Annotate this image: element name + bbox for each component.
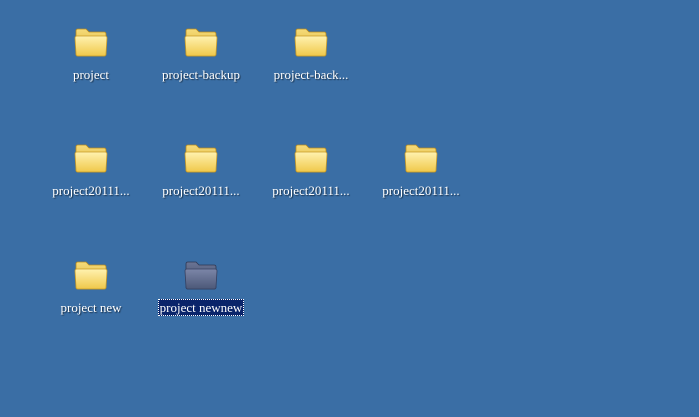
desktop-folder-project20111-a[interactable]: project20111... — [36, 141, 146, 199]
desktop-folder-project-new[interactable]: project new — [36, 258, 146, 316]
folder-icon — [74, 28, 108, 57]
desktop-folder-label: project20111... — [382, 183, 460, 198]
folder-icon — [74, 261, 108, 290]
desktop-folder-label: project new — [60, 300, 122, 315]
folder-icon — [184, 28, 218, 57]
desktop-folder-project-backup[interactable]: project-backup — [146, 25, 256, 83]
desktop-folder-label: project-backup — [162, 67, 240, 82]
folder-icon — [294, 28, 328, 57]
desktop-folder-project-back[interactable]: project-back... — [256, 25, 366, 83]
desktop-folder-project[interactable]: project — [36, 25, 146, 83]
folder-icon — [74, 144, 108, 173]
desktop-folder-label: project20111... — [52, 183, 130, 198]
folder-icon — [184, 144, 218, 173]
folder-icon — [184, 261, 218, 290]
desktop-folder-project-newnew[interactable]: project newnew — [146, 258, 256, 316]
folder-icon — [404, 144, 438, 173]
desktop-folder-project20111-d[interactable]: project20111... — [366, 141, 476, 199]
desktop-folder-project20111-b[interactable]: project20111... — [146, 141, 256, 199]
desktop-folder-label: project-back... — [273, 67, 349, 82]
desktop-folder-label: project — [72, 67, 110, 82]
desktop-folder-label: project newnew — [157, 299, 245, 316]
desktop-folder-project20111-c[interactable]: project20111... — [256, 141, 366, 199]
folder-icon — [294, 144, 328, 173]
desktop-folder-label: project20111... — [272, 183, 350, 198]
desktop: project project-backup project-back... p… — [0, 0, 699, 417]
desktop-folder-label: project20111... — [162, 183, 240, 198]
